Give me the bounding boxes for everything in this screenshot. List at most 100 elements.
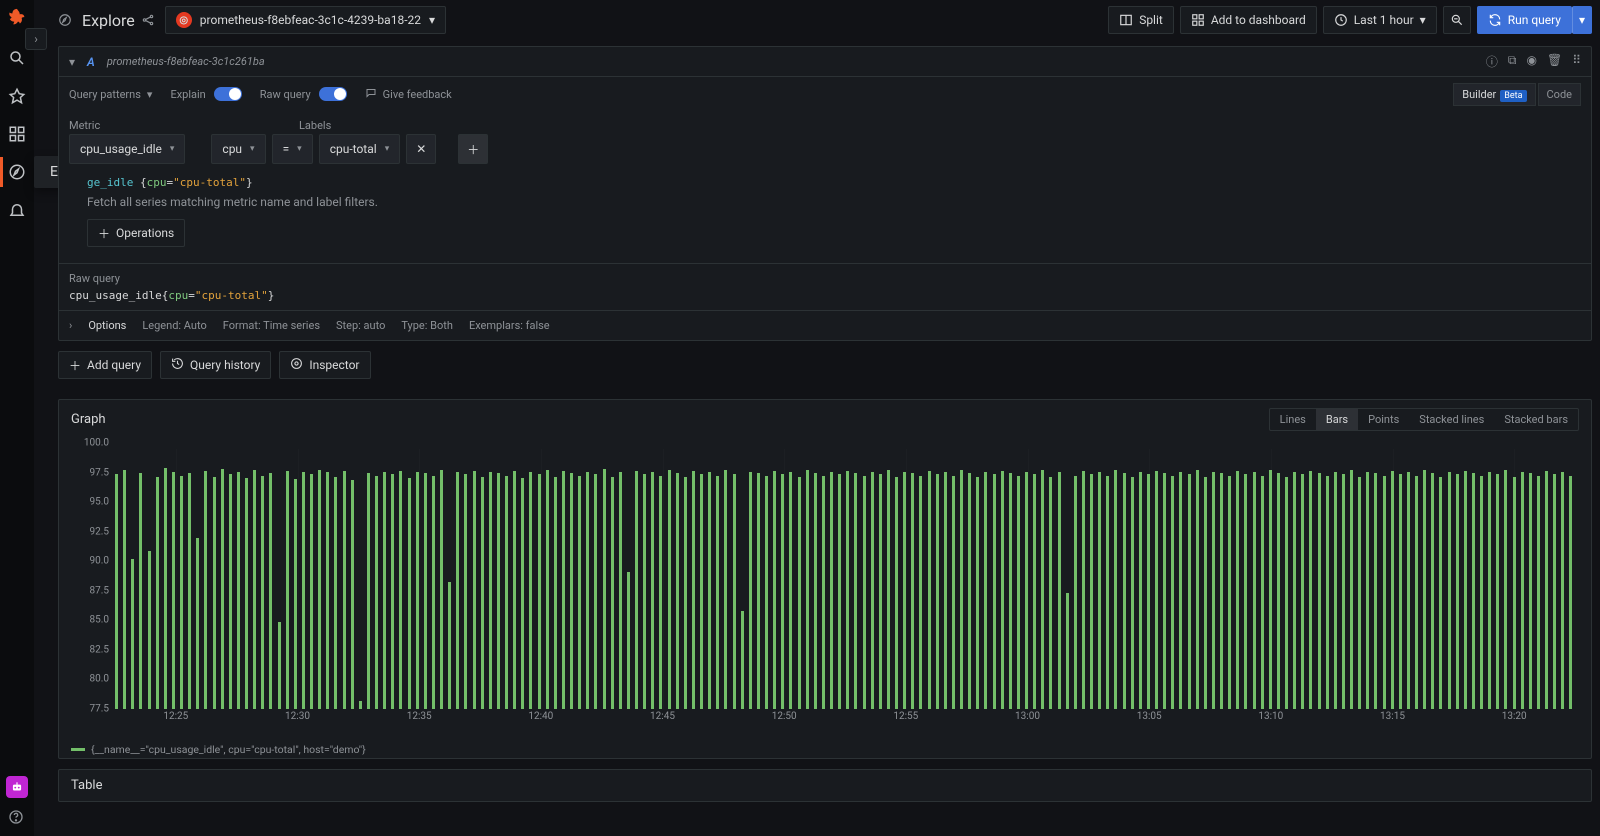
datasource-picker[interactable]: ◎ prometheus-f8ebfeac-3c1c-4239-ba18-22 … — [165, 6, 446, 34]
grafana-logo[interactable] — [5, 6, 29, 30]
chart[interactable]: 100.097.595.092.590.087.585.082.580.077.… — [71, 443, 1579, 733]
bar[interactable] — [456, 472, 459, 709]
alerting-icon[interactable] — [7, 200, 27, 220]
bar[interactable] — [603, 469, 606, 709]
bar[interactable] — [635, 471, 638, 709]
label-value-select[interactable]: cpu-total▾ — [319, 134, 401, 164]
bar[interactable] — [814, 473, 817, 709]
bar[interactable] — [204, 471, 207, 709]
bar[interactable] — [1423, 470, 1426, 709]
add-to-dashboard-button[interactable]: Add to dashboard — [1180, 6, 1317, 34]
bar[interactable] — [1383, 476, 1386, 709]
bar[interactable] — [1244, 474, 1247, 709]
bar[interactable] — [521, 478, 524, 709]
bar[interactable] — [944, 472, 947, 709]
bar[interactable] — [1139, 472, 1142, 709]
bar[interactable] — [968, 473, 971, 709]
bar[interactable] — [976, 477, 979, 709]
bar[interactable] — [1529, 473, 1532, 709]
bar[interactable] — [424, 473, 427, 709]
bar[interactable] — [237, 472, 240, 709]
bar[interactable] — [984, 472, 987, 709]
bar[interactable] — [497, 473, 500, 709]
bar[interactable] — [139, 473, 142, 709]
bar[interactable] — [473, 471, 476, 709]
bar[interactable] — [1171, 476, 1174, 709]
bar[interactable] — [351, 480, 354, 709]
assistant-icon[interactable] — [6, 776, 28, 798]
bar[interactable] — [724, 470, 727, 709]
bar[interactable] — [1350, 470, 1353, 709]
bar[interactable] — [253, 470, 256, 709]
bar[interactable] — [1480, 476, 1483, 709]
run-query-button[interactable]: Run query — [1477, 6, 1572, 34]
bar[interactable] — [643, 474, 646, 709]
query-patterns-dropdown[interactable]: Query patterns ▾ — [69, 88, 152, 101]
bar[interactable] — [391, 474, 394, 709]
bar[interactable] — [611, 477, 614, 709]
bar[interactable] — [1407, 472, 1410, 709]
bar[interactable] — [1496, 474, 1499, 709]
bar[interactable] — [1358, 477, 1361, 709]
bar[interactable] — [1188, 474, 1191, 709]
bar[interactable] — [830, 472, 833, 709]
raw-query-toggle[interactable] — [319, 87, 347, 101]
bar[interactable] — [822, 476, 825, 709]
split-button[interactable]: Split — [1108, 6, 1174, 34]
bar[interactable] — [1098, 472, 1101, 709]
options-expand-toggle[interactable]: › — [69, 319, 72, 332]
bar[interactable] — [1456, 474, 1459, 709]
delete-query-icon[interactable]: 🗑 — [1547, 53, 1562, 70]
duplicate-query-icon[interactable]: ⧉ — [1508, 53, 1517, 70]
bar[interactable] — [936, 474, 939, 709]
bar[interactable] — [448, 582, 451, 709]
bar[interactable] — [481, 477, 484, 709]
bar[interactable] — [375, 476, 378, 709]
bar[interactable] — [1212, 472, 1215, 709]
bar[interactable] — [1033, 474, 1036, 709]
bar[interactable] — [1342, 474, 1345, 709]
bar[interactable] — [383, 472, 386, 709]
bar[interactable] — [1334, 472, 1337, 709]
time-range-picker[interactable]: Last 1 hour ▾ — [1323, 6, 1437, 34]
bar[interactable] — [245, 478, 248, 709]
bar[interactable] — [1106, 476, 1109, 709]
bar[interactable] — [1253, 472, 1256, 709]
plot-area[interactable] — [115, 449, 1575, 709]
bar[interactable] — [123, 470, 126, 709]
bar[interactable] — [115, 474, 118, 709]
bar[interactable] — [789, 472, 792, 709]
viz-option-stacked-bars[interactable]: Stacked bars — [1494, 409, 1578, 430]
bar[interactable] — [318, 470, 321, 709]
bar[interactable] — [188, 473, 191, 709]
bar[interactable] — [765, 476, 768, 709]
bar[interactable] — [1545, 471, 1548, 709]
bar[interactable] — [156, 477, 159, 709]
bar[interactable] — [627, 572, 630, 710]
bar[interactable] — [570, 473, 573, 709]
query-name[interactable]: prometheus-f8ebfeac-3c1c261ba — [107, 55, 265, 68]
metric-select[interactable]: cpu_usage_idle▾ — [69, 134, 185, 164]
bar[interactable] — [1561, 472, 1564, 709]
bar[interactable] — [1058, 472, 1061, 709]
bar[interactable] — [529, 472, 532, 709]
bar[interactable] — [871, 472, 874, 709]
bar[interactable] — [1415, 476, 1418, 709]
bar[interactable] — [1261, 476, 1264, 709]
bar[interactable] — [716, 476, 719, 709]
bar[interactable] — [1431, 473, 1434, 709]
bar[interactable] — [229, 474, 232, 709]
bar[interactable] — [919, 476, 922, 709]
feedback-link[interactable]: Give feedback — [365, 87, 452, 102]
label-operator-select[interactable]: =▾ — [272, 134, 313, 164]
bar[interactable] — [960, 470, 963, 709]
search-icon[interactable] — [7, 48, 27, 68]
bar[interactable] — [749, 472, 752, 709]
bar[interactable] — [993, 474, 996, 709]
bar[interactable] — [310, 474, 313, 709]
drag-handle-icon[interactable]: ⠿ — [1572, 53, 1581, 70]
bar[interactable] — [1293, 472, 1296, 709]
bar[interactable] — [432, 476, 435, 709]
bar[interactable] — [148, 551, 151, 709]
bar[interactable] — [1041, 470, 1044, 709]
